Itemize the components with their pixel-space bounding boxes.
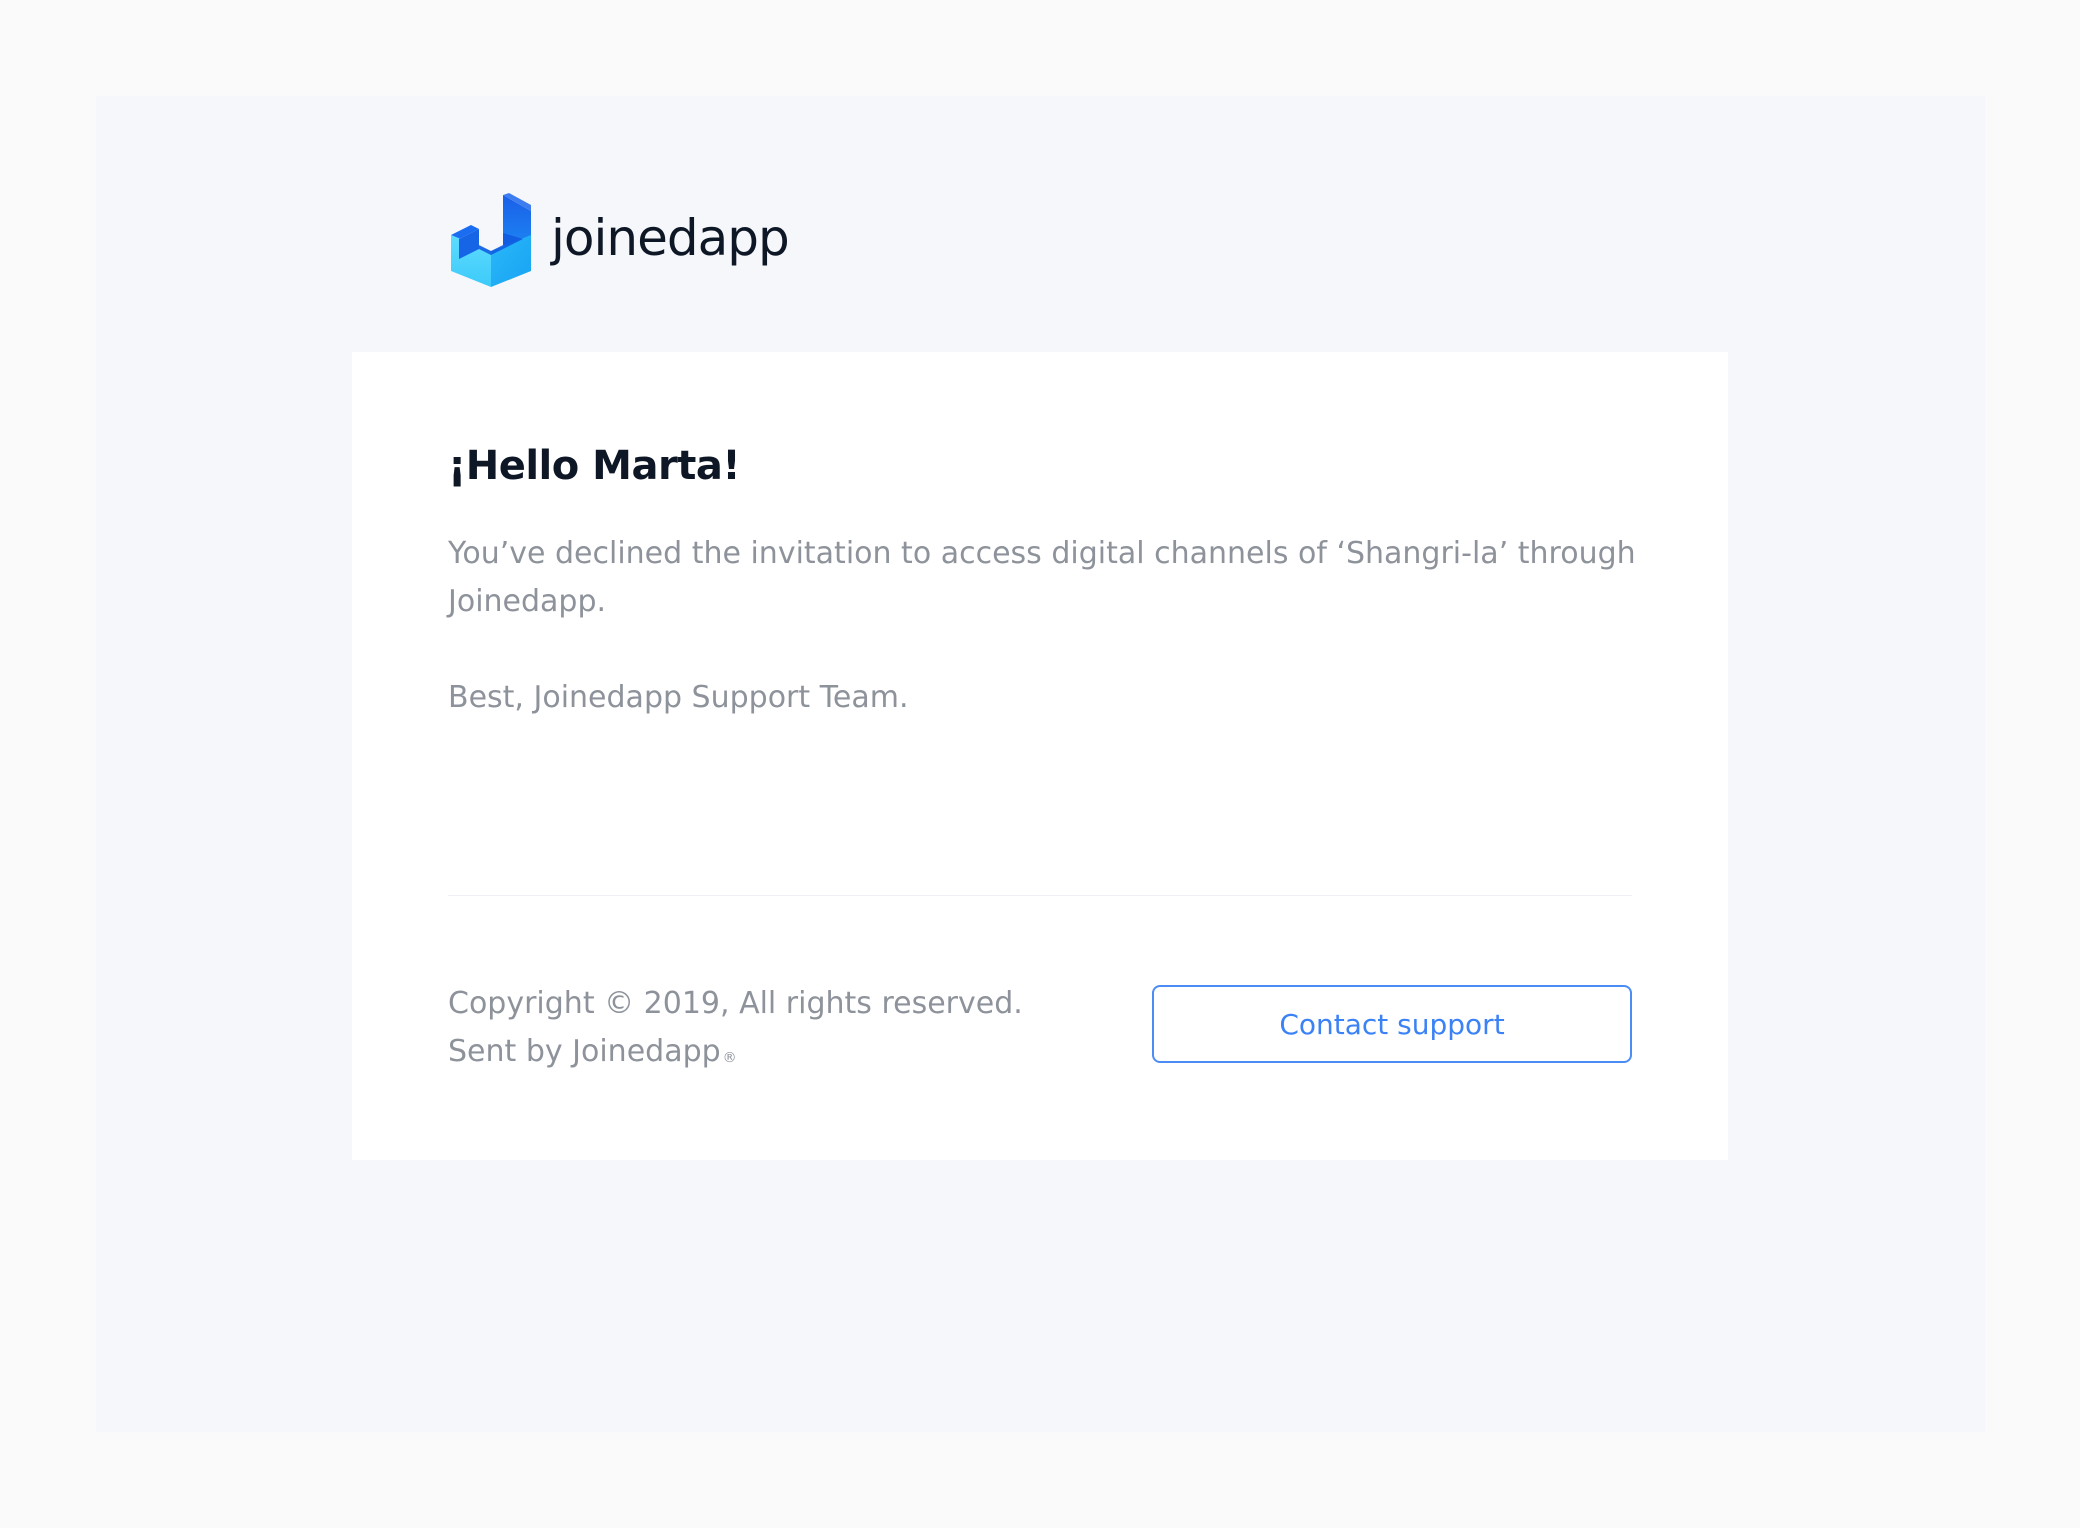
contact-support-button[interactable]: Contact support (1152, 985, 1632, 1063)
email-body-text: You’ve declined the invitation to access… (448, 536, 1636, 619)
greeting-heading: ¡Hello Marta! (448, 443, 741, 489)
brand-logo: joinedapp (449, 193, 790, 287)
brand-name: joinedapp (551, 209, 790, 267)
email-signoff: Best, Joinedapp Support Team. (448, 680, 909, 715)
footer-divider (448, 895, 1632, 896)
copyright-text: Copyright © 2019, All rights reserved. (448, 986, 1023, 1021)
footer-info: Copyright © 2019, All rights reserved. S… (448, 980, 1023, 1076)
joinedapp-logo-icon (451, 193, 531, 287)
sent-by-line: Sent by Joinedapp ® (448, 1028, 1023, 1076)
sent-by-text: Sent by Joinedapp (448, 1034, 721, 1069)
email-card: ¡Hello Marta! You’ve declined the invita… (352, 352, 1728, 1160)
registered-mark: ® (722, 1050, 737, 1066)
